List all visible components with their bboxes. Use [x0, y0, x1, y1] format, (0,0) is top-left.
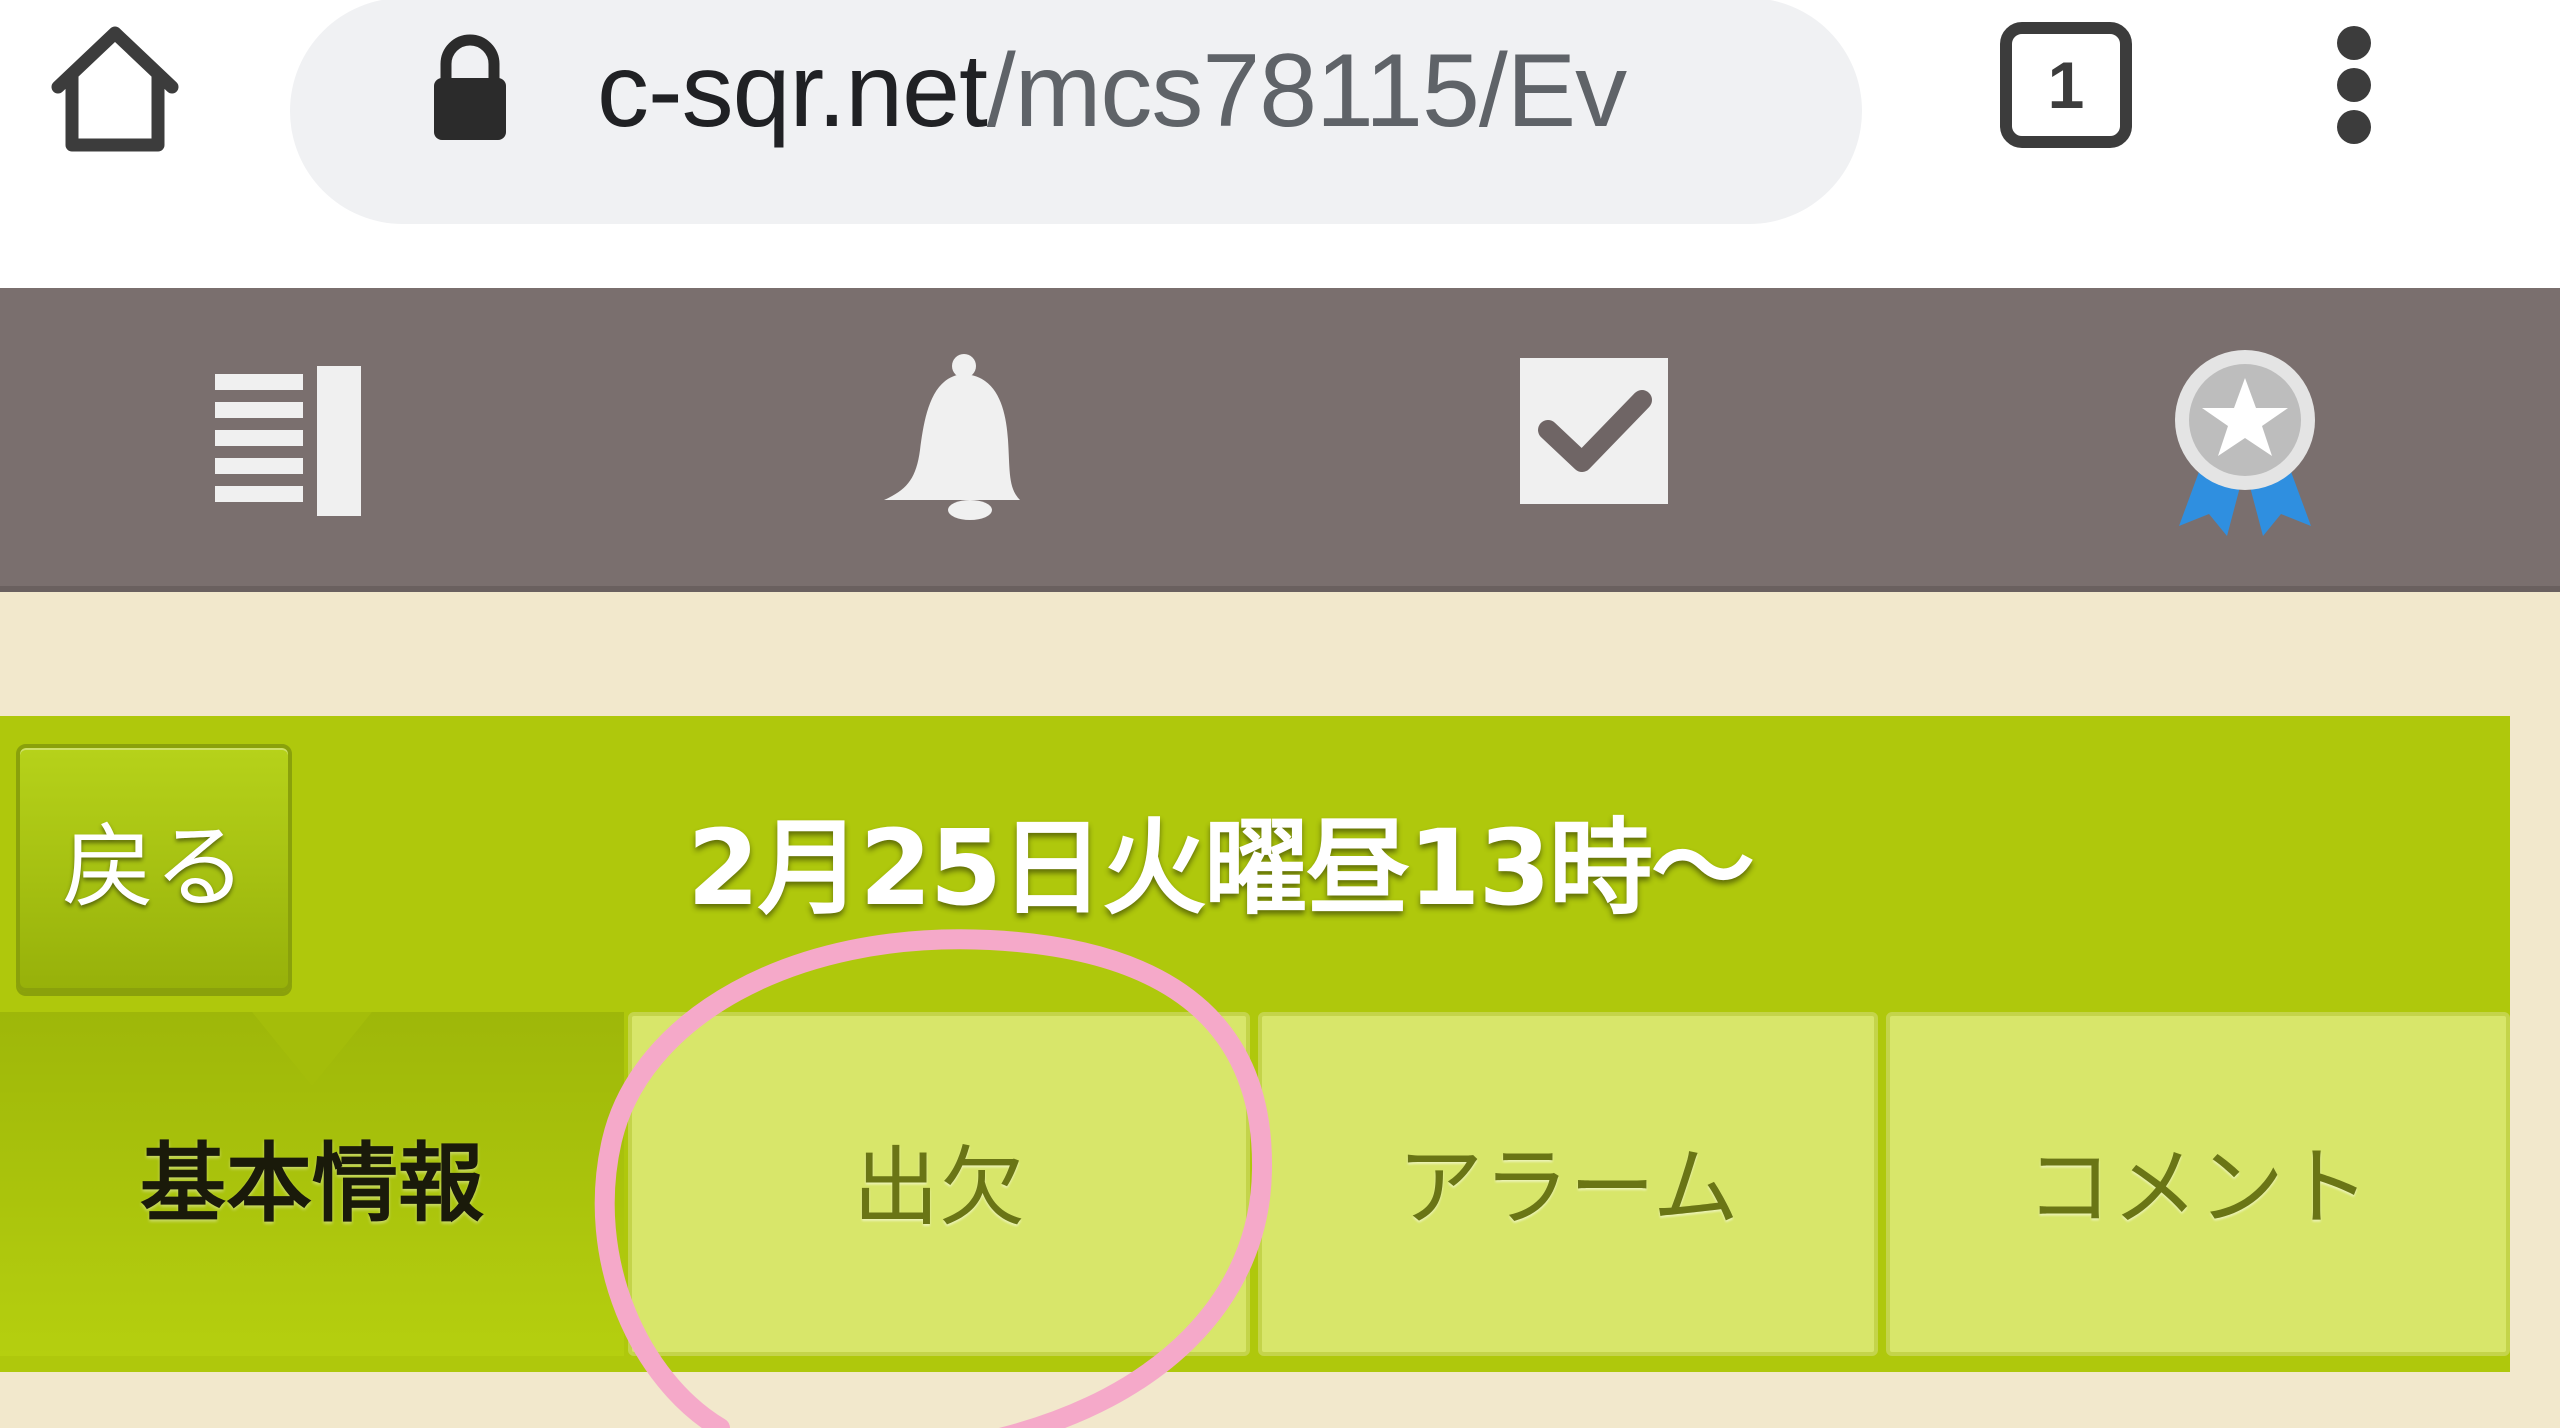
tab-alarm[interactable]: アラーム — [1258, 1012, 1878, 1356]
tabs-icon[interactable]: 1 — [2000, 22, 2132, 148]
award-ribbon-icon — [2175, 350, 2315, 536]
tab-comment[interactable]: コメント — [1886, 1012, 2510, 1356]
back-button[interactable]: 戻る — [16, 744, 292, 992]
event-panel: 戻る 2月25日火曜昼13時～ 基本情報 出欠 アラーム コメント — [0, 716, 2510, 1372]
home-icon[interactable] — [40, 15, 190, 165]
more-vert-icon[interactable] — [2315, 22, 2395, 148]
browser-toolbar: c-sqr.net/mcs78115/Ev 1 — [0, 0, 2560, 290]
tab-attendance[interactable]: 出欠 — [628, 1012, 1250, 1356]
nav-item-tasks[interactable] — [1280, 288, 1920, 586]
lock-icon — [420, 28, 520, 148]
event-tabs: 基本情報 出欠 アラーム コメント — [0, 1012, 2510, 1356]
active-tab-pointer — [252, 1012, 372, 1086]
menu-dot — [2337, 68, 2371, 102]
url-host: c-sqr.net — [597, 33, 988, 149]
event-title: 2月25日火曜昼13時～ — [687, 807, 1755, 929]
nav-item-notifications[interactable] — [640, 288, 1280, 586]
nav-item-awards[interactable] — [1920, 288, 2560, 586]
menu-dot — [2337, 26, 2371, 60]
nav-item-list[interactable] — [0, 288, 640, 586]
address-bar[interactable]: c-sqr.net/mcs78115/Ev — [290, 0, 1862, 224]
url-path: /mcs78115/Ev — [986, 33, 1627, 149]
bell-icon — [884, 354, 1020, 520]
list-icon — [215, 366, 361, 516]
menu-dot — [2337, 110, 2371, 144]
checkbox-icon — [1520, 358, 1668, 504]
app-nav-bar — [0, 288, 2560, 592]
url-text[interactable]: c-sqr.net/mcs78115/Ev — [597, 26, 1797, 156]
